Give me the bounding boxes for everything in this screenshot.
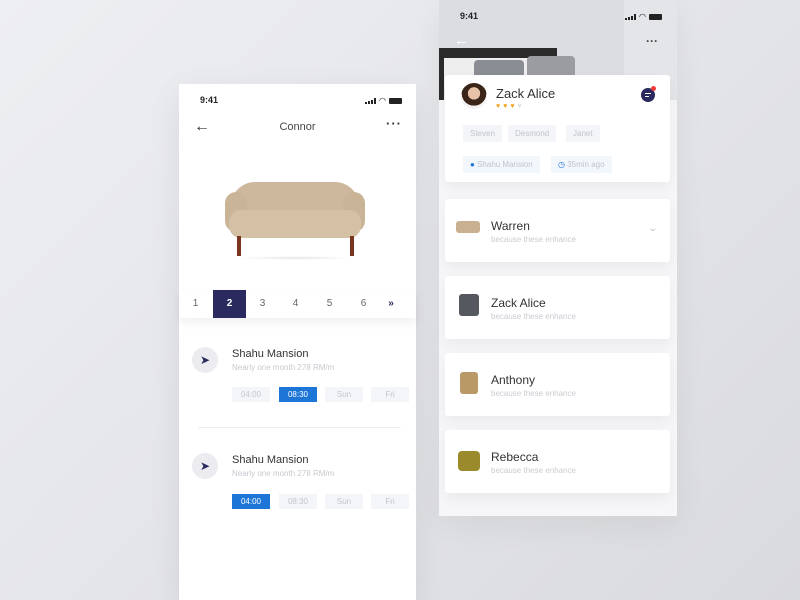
navigation-arrow-icon: ➤ [192,453,218,479]
more-icon[interactable]: ··· [646,34,658,48]
location-pin-icon: ● [470,160,475,169]
day-chip[interactable]: Sun [325,494,363,509]
list-card-subtitle: because these enhance [491,389,576,398]
item-subtitle: Nearly one month 278 RM/m [232,469,335,478]
signal-icon [625,13,636,20]
page-2-active[interactable]: 2 [213,290,246,318]
item-title: Shahu Mansion [232,454,309,466]
list-card[interactable]: Anthony because these enhance [445,353,670,416]
location-text: Shahu Mansion [477,160,533,169]
rating-hearts: ♥♥♥♥ [496,103,525,110]
clock-icon: ◷ [558,160,565,169]
chevron-down-icon[interactable]: ⌄ [647,223,658,234]
pagination: 1 2 3 4 5 6 » [179,290,416,318]
heart-empty-icon: ♥ [517,103,525,110]
chair-thumbnail [460,372,478,394]
page-1[interactable]: 1 [179,290,212,318]
sofa-image [225,178,365,260]
avatar[interactable] [461,83,487,109]
page-5[interactable]: 5 [313,290,346,318]
signal-icon [365,97,376,104]
time-chip[interactable]: 04:00 [232,387,270,402]
left-phone-screen: 9:41 ◠ ← Connor ··· 1 2 3 4 5 6 » ➤ Shah… [179,84,416,600]
profile-name: Zack Alice [496,86,556,101]
navigation-arrow-icon: ➤ [192,347,218,373]
list-card-name: Zack Alice [491,296,546,310]
profile-card: Zack Alice ♥♥♥♥ Steven Desmond Janet ● S… [445,75,670,182]
time-tag: ◷ 35min ago [551,156,612,173]
time-chip-selected[interactable]: 04:00 [232,494,270,509]
notification-dot [651,86,656,91]
more-icon[interactable]: ··· [386,116,402,131]
list-card-name: Anthony [491,373,536,387]
list-card-subtitle: because these enhance [491,235,576,244]
chair-thumbnail [459,294,479,316]
battery-icon [388,97,402,104]
wifi-icon: ◠ [639,12,646,21]
day-chip[interactable]: Fri [371,387,409,402]
tag[interactable]: Desmond [508,125,557,142]
list-card-name: Rebecca [491,450,539,464]
list-card[interactable]: Rebecca because these enhance [445,430,670,493]
list-card[interactable]: Zack Alice because these enhance [445,276,670,339]
sofa-thumbnail [456,221,480,233]
back-arrow-icon[interactable]: ← [454,32,469,49]
status-time: 9:41 [200,95,219,105]
tag[interactable]: Janet [566,125,600,142]
time-chip-selected[interactable]: 08:30 [279,387,317,402]
next-page-icon[interactable]: » [376,290,406,318]
list-card-name: Warren [491,219,530,233]
list-card[interactable]: Warren because these enhance ⌄ [445,199,670,262]
item-title: Shahu Mansion [232,348,309,360]
divider [198,427,401,428]
chat-icon[interactable] [641,86,656,102]
location-tag[interactable]: ● Shahu Mansion [463,156,540,173]
page-title: Connor [279,121,316,133]
tag[interactable]: Steven [463,125,502,142]
day-chip[interactable]: Fri [371,494,409,509]
day-chip[interactable]: Sun [325,387,363,402]
list-item[interactable]: ➤ Shahu Mansion Nearly one month 278 RM/… [179,342,416,412]
armchair-thumbnail [458,451,480,471]
status-time: 9:41 [460,11,479,21]
status-icons: ◠ [625,12,662,21]
right-phone-screen: 9:41 ◠ ← ··· Zack Alice ♥♥♥♥ Steven Desm… [439,0,677,516]
page-3[interactable]: 3 [246,290,279,318]
battery-icon [648,13,662,20]
list-item[interactable]: ➤ Shahu Mansion Nearly one month 278 RM/… [179,448,416,518]
time-text: 35min ago [567,160,605,169]
page-4[interactable]: 4 [279,290,312,318]
status-icons: ◠ [365,96,402,105]
list-card-subtitle: because these enhance [491,312,576,321]
time-chip[interactable]: 08:30 [279,494,317,509]
list-card-subtitle: because these enhance [491,466,576,475]
item-subtitle: Nearly one month 278 RM/m [232,363,335,372]
wifi-icon: ◠ [379,96,386,105]
